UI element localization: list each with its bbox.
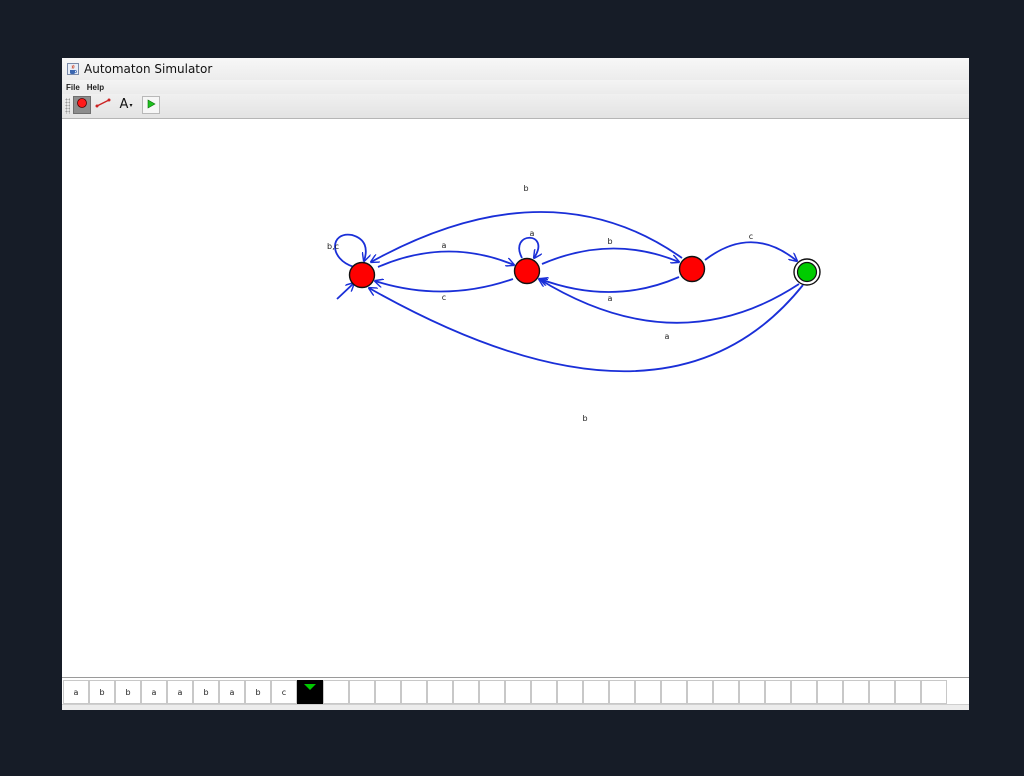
tape-cell-empty[interactable] xyxy=(713,680,739,704)
text-tool-label: A xyxy=(119,97,129,112)
tape-cell[interactable]: b xyxy=(89,680,115,704)
tape-cell-empty[interactable] xyxy=(869,680,895,704)
window-title: Automaton Simulator xyxy=(84,62,213,76)
input-tape: abbaababc xyxy=(62,677,969,705)
add-transition-tool-button[interactable] xyxy=(94,96,112,114)
transition-q1-q2[interactable] xyxy=(541,247,679,265)
green-play-icon xyxy=(146,96,156,114)
tape-cell-empty[interactable] xyxy=(401,680,427,704)
tape-cell-empty[interactable] xyxy=(583,680,609,704)
tape-cell-empty[interactable] xyxy=(765,680,791,704)
red-circle-icon xyxy=(76,96,88,114)
add-state-tool-button[interactable] xyxy=(73,96,91,114)
transition-label-q1-q1: a xyxy=(530,229,535,238)
tape-head-icon xyxy=(304,684,316,690)
transition-q1-q1[interactable] xyxy=(518,237,538,258)
toolbar: A ▾ xyxy=(62,94,969,119)
tape-cell-empty[interactable] xyxy=(843,680,869,704)
run-tool-button[interactable] xyxy=(142,96,160,114)
red-line-icon xyxy=(95,96,111,114)
transition-q3-q0[interactable] xyxy=(369,284,804,373)
tape-cell[interactable]: c xyxy=(271,680,297,704)
title-bar[interactable]: Automaton Simulator xyxy=(62,58,969,80)
toolbar-grip[interactable] xyxy=(65,98,70,114)
tape-cell-empty[interactable] xyxy=(505,680,531,704)
automaton-simulator-window: Automaton Simulator File Help A ▾ b,c a … xyxy=(62,58,969,710)
state-q2[interactable] xyxy=(678,255,706,283)
transition-label-q0-q0: b,c xyxy=(327,242,339,251)
transition-label-q2-q1: a xyxy=(608,294,613,303)
letter-a-icon: A ▾ xyxy=(119,97,133,112)
transition-q2-q3[interactable] xyxy=(704,241,797,261)
transition-label-q2-q3: c xyxy=(749,232,753,241)
tape-cell[interactable]: a xyxy=(141,680,167,704)
state-q3[interactable] xyxy=(796,261,818,283)
tape-cell-empty[interactable] xyxy=(427,680,453,704)
transition-label-q1-q2: b xyxy=(607,237,612,246)
transition-label-q0-q1: a xyxy=(442,241,447,250)
tape-cell[interactable]: a xyxy=(219,680,245,704)
tape-cell-empty[interactable] xyxy=(687,680,713,704)
tape-cell-empty[interactable] xyxy=(609,680,635,704)
tape-cell-empty[interactable] xyxy=(479,680,505,704)
transition-q1-q0[interactable] xyxy=(375,278,514,293)
transition-label-q2-q0: b xyxy=(523,184,528,193)
java-coffee-icon xyxy=(66,63,79,76)
tape-cell[interactable]: b xyxy=(193,680,219,704)
state-q0[interactable] xyxy=(348,261,376,289)
tape-cell-empty[interactable] xyxy=(375,680,401,704)
status-strip xyxy=(62,704,969,710)
menu-file[interactable]: File xyxy=(66,83,80,92)
tape-cell-empty[interactable] xyxy=(817,680,843,704)
transition-label-q3-q0: b xyxy=(582,414,587,423)
tape-cell-empty[interactable] xyxy=(791,680,817,704)
menu-bar: File Help xyxy=(62,80,969,94)
tape-cell-empty[interactable] xyxy=(661,680,687,704)
tape-cell[interactable]: b xyxy=(245,680,271,704)
transition-q2-q1[interactable] xyxy=(540,276,680,293)
transition-label-q1-q0: c xyxy=(442,293,446,302)
menu-help[interactable]: Help xyxy=(87,83,104,92)
transition-q0-q1[interactable] xyxy=(377,250,514,268)
tape-cell[interactable]: a xyxy=(63,680,89,704)
tape-cell-empty[interactable] xyxy=(453,680,479,704)
tape-cell-empty[interactable] xyxy=(635,680,661,704)
transition-label-q3-q1: a xyxy=(665,332,670,341)
tape-cell[interactable]: a xyxy=(167,680,193,704)
tape-cell-empty[interactable] xyxy=(531,680,557,704)
tape-head-cell[interactable] xyxy=(297,680,323,704)
add-text-tool-button[interactable]: A ▾ xyxy=(115,96,133,114)
tape-cell-empty[interactable] xyxy=(895,680,921,704)
automaton-canvas[interactable]: b,c a c a b a b c a b xyxy=(62,119,969,675)
state-q1[interactable] xyxy=(513,257,541,285)
tape-cell-empty[interactable] xyxy=(557,680,583,704)
start-arrow xyxy=(336,283,354,300)
tape-cell-empty[interactable] xyxy=(921,680,947,704)
tape-cell-empty[interactable] xyxy=(323,680,349,704)
transition-q3-q1[interactable] xyxy=(539,279,800,324)
tape-cell-empty[interactable] xyxy=(739,680,765,704)
automaton-diagram: b,c a c a b a b c a b xyxy=(327,184,821,423)
tape-cell[interactable]: b xyxy=(115,680,141,704)
tape-cell-empty[interactable] xyxy=(349,680,375,704)
